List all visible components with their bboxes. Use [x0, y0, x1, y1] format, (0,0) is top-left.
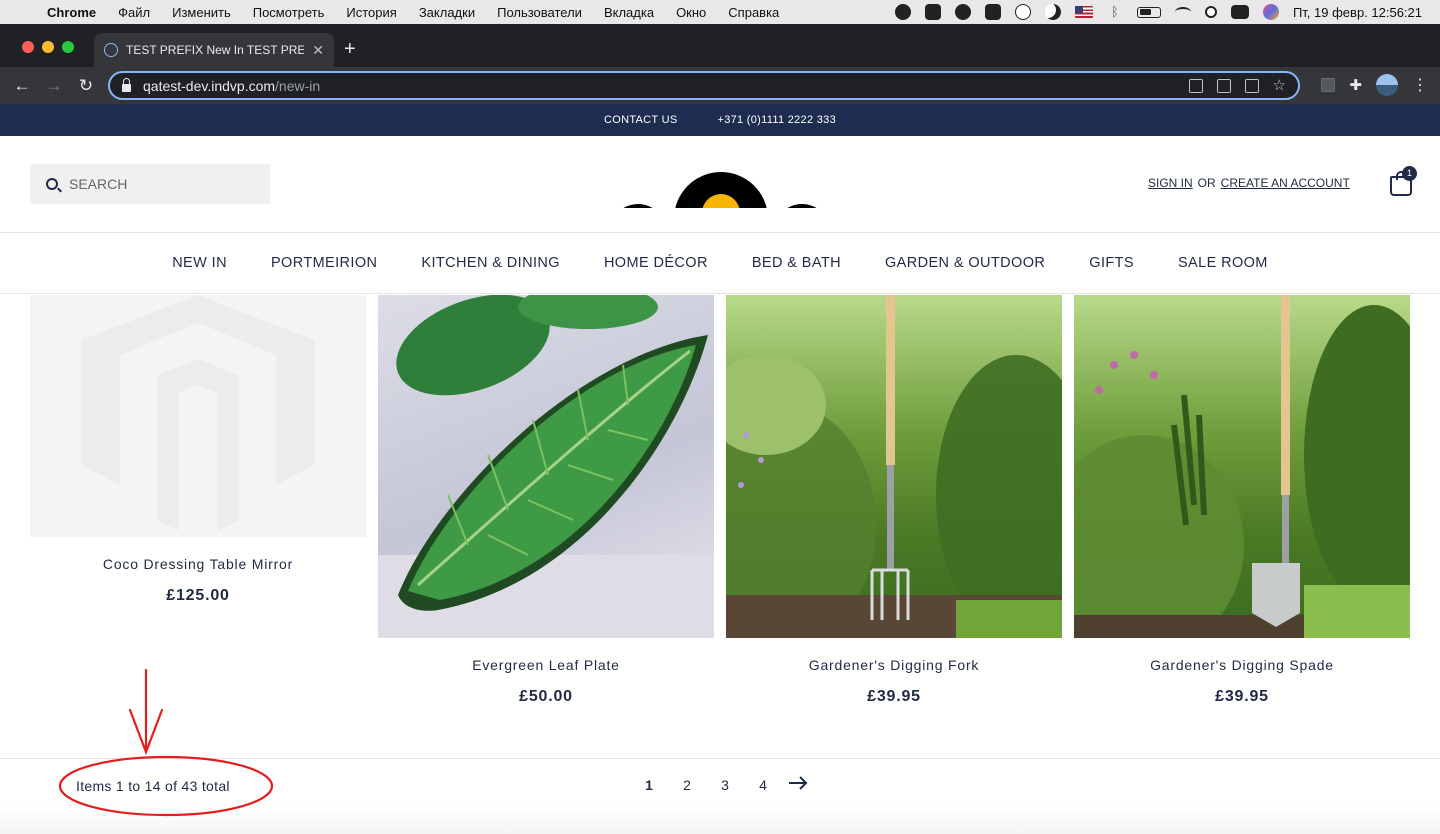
- zoom-window-button[interactable]: [62, 41, 74, 53]
- status-icons: ᛒ Пт, 19 февр. 12:56:21: [894, 4, 1440, 20]
- bluetooth-icon[interactable]: ᛒ: [1107, 4, 1123, 20]
- product-price: £39.95: [867, 688, 921, 705]
- product-placeholder-image[interactable]: [30, 295, 366, 537]
- new-tab-button[interactable]: +: [344, 38, 356, 60]
- wifi-icon[interactable]: [1174, 7, 1191, 17]
- tab-title: TEST PREFIX New In TEST PREFIX: [126, 43, 305, 57]
- puzzle-icon[interactable]: ✚: [1349, 76, 1362, 94]
- cart-icon[interactable]: 1: [1390, 166, 1417, 196]
- minimize-window-button[interactable]: [42, 41, 54, 53]
- nav-kitchen-dining[interactable]: KITCHEN & DINING: [421, 255, 560, 271]
- menu-dots-icon[interactable]: ⋮: [1412, 75, 1428, 95]
- nav-garden-outdoor[interactable]: GARDEN & OUTDOOR: [885, 255, 1045, 271]
- control-center-icon[interactable]: [1230, 5, 1249, 19]
- grid-icon[interactable]: [984, 4, 1001, 20]
- product-price: £50.00: [519, 688, 573, 705]
- cart-count-badge: 1: [1402, 166, 1417, 181]
- page-3[interactable]: 3: [706, 777, 744, 793]
- pagination: 1 2 3 4: [630, 776, 810, 793]
- back-button[interactable]: ←: [6, 76, 38, 96]
- red-annotation-arrow-and-circle: [58, 668, 274, 817]
- close-tab-icon[interactable]: ✕: [312, 42, 324, 59]
- search-placeholder: SEARCH: [69, 176, 128, 192]
- menubar-clock[interactable]: Пт, 19 февр. 12:56:21: [1293, 5, 1422, 20]
- menu-bookmarks[interactable]: Закладки: [408, 5, 486, 20]
- address-bar[interactable]: qatest-dev.indvp.com/new-in ☆: [108, 71, 1300, 100]
- page-1[interactable]: 1: [630, 777, 668, 793]
- profile-avatar[interactable]: [1376, 74, 1398, 96]
- moon-icon[interactable]: [1044, 4, 1061, 20]
- open-in-new-icon[interactable]: [1216, 78, 1231, 93]
- or-text: OR: [1197, 176, 1216, 190]
- menu-window[interactable]: Окно: [665, 5, 717, 20]
- product-image-digging-fork[interactable]: [726, 295, 1062, 638]
- status-app-icon[interactable]: [894, 4, 911, 20]
- product-image-leaf-plate[interactable]: [378, 295, 714, 638]
- site-header: SEARCH SIGN IN OR CREATE AN ACCOUNT 1: [0, 136, 1440, 232]
- phone-number[interactable]: +371 (0)1111 2222 333: [717, 114, 836, 126]
- sign-in-link[interactable]: SIGN IN: [1148, 176, 1193, 190]
- extension-icon[interactable]: [1321, 78, 1336, 92]
- nav-gifts[interactable]: GIFTS: [1089, 255, 1134, 271]
- battery-icon[interactable]: [1136, 6, 1161, 18]
- product-name[interactable]: Evergreen Leaf Plate: [378, 657, 714, 673]
- nav-home-decor[interactable]: HOME DÉCOR: [604, 255, 708, 271]
- product-name[interactable]: Coco Dressing Table Mirror: [30, 556, 366, 572]
- reload-button[interactable]: ↻: [70, 76, 102, 96]
- page-4[interactable]: 4: [744, 777, 782, 793]
- nav-new-in[interactable]: NEW IN: [172, 255, 227, 271]
- url-host: qatest-dev.indvp.com: [143, 77, 276, 94]
- url-path: /new-in: [275, 77, 321, 94]
- account-links: SIGN IN OR CREATE AN ACCOUNT: [1148, 176, 1350, 190]
- bookmark-star-icon[interactable]: ☆: [1273, 78, 1286, 93]
- contact-us-link[interactable]: CONTACT US: [604, 114, 678, 126]
- siri-icon[interactable]: [1262, 4, 1279, 20]
- menu-app-name[interactable]: Chrome: [36, 5, 107, 20]
- us-flag-icon[interactable]: [1074, 6, 1093, 18]
- site-favicon-icon: [104, 43, 118, 57]
- translate-icon[interactable]: [1244, 78, 1259, 93]
- product-image-digging-spade[interactable]: [1074, 295, 1410, 638]
- nav-sale-room[interactable]: SALE ROOM: [1178, 255, 1268, 271]
- product-name[interactable]: Gardener's Digging Spade: [1074, 657, 1410, 673]
- browser-tab-strip: TEST PREFIX New In TEST PREFIX ✕ +: [0, 24, 1440, 67]
- macos-menu-bar: Chrome Файл Изменить Посмотреть История …: [0, 0, 1440, 24]
- site-logo[interactable]: [610, 170, 830, 208]
- page-2[interactable]: 2: [668, 777, 706, 793]
- nav-portmeirion[interactable]: PORTMEIRION: [271, 255, 377, 271]
- search-input[interactable]: SEARCH: [30, 164, 270, 204]
- forward-button[interactable]: →: [38, 76, 70, 96]
- site-top-bar: CONTACT US +371 (0)1111 2222 333: [0, 104, 1440, 136]
- menu-file[interactable]: Файл: [107, 5, 161, 20]
- spotlight-icon[interactable]: [1204, 6, 1217, 18]
- sync-icon[interactable]: [954, 4, 971, 20]
- menu-users[interactable]: Пользователи: [486, 5, 593, 20]
- qr-code-icon[interactable]: [1188, 78, 1203, 93]
- toolbar-extensions: ✚ ⋮: [1321, 74, 1428, 96]
- menu-view[interactable]: Посмотреть: [242, 5, 336, 20]
- product-price: £39.95: [1215, 688, 1269, 705]
- play-icon[interactable]: [1014, 4, 1031, 20]
- search-icon: [46, 178, 58, 190]
- main-navigation: NEW IN PORTMEIRION KITCHEN & DINING HOME…: [0, 232, 1440, 294]
- menu-edit[interactable]: Изменить: [161, 5, 242, 20]
- close-window-button[interactable]: [22, 41, 34, 53]
- browser-tab[interactable]: TEST PREFIX New In TEST PREFIX ✕: [94, 33, 334, 67]
- browser-toolbar: ← → ↻ qatest-dev.indvp.com/new-in ☆ ✚ ⋮: [0, 67, 1440, 104]
- create-account-link[interactable]: CREATE AN ACCOUNT: [1221, 176, 1350, 190]
- lock-icon[interactable]: [122, 77, 131, 92]
- nav-bed-bath[interactable]: BED & BATH: [752, 255, 841, 271]
- menu-help[interactable]: Справка: [717, 5, 790, 20]
- arrow-right-icon[interactable]: [786, 776, 810, 793]
- elephant-icon[interactable]: [924, 4, 941, 20]
- product-price: £125.00: [166, 587, 230, 604]
- product-name[interactable]: Gardener's Digging Fork: [726, 657, 1062, 673]
- menu-tab[interactable]: Вкладка: [593, 5, 665, 20]
- menu-history[interactable]: История: [335, 5, 407, 20]
